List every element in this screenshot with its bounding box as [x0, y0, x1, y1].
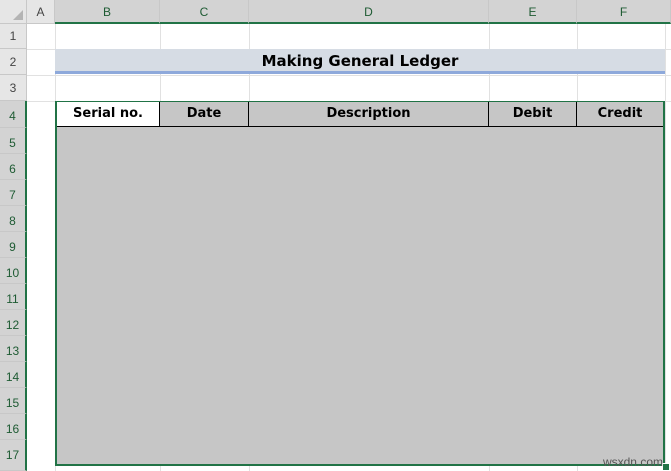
row-header-5[interactable]: 5 — [0, 128, 27, 154]
column-header-a[interactable]: A — [27, 0, 55, 24]
header-credit[interactable]: Credit — [577, 102, 663, 127]
header-debit[interactable]: Debit — [489, 102, 577, 127]
row-header-17[interactable]: 17 — [0, 440, 27, 471]
row-header-15[interactable]: 15 — [0, 388, 27, 414]
header-description[interactable]: Description — [249, 102, 489, 127]
row-header-10[interactable]: 10 — [0, 258, 27, 284]
gridline — [27, 75, 671, 76]
column-header-c[interactable]: C — [160, 0, 249, 24]
selected-range[interactable] — [55, 101, 665, 466]
row-header-6[interactable]: 6 — [0, 154, 27, 180]
watermark: wsxdn.com — [602, 455, 663, 469]
header-date[interactable]: Date — [160, 102, 249, 127]
row-header-13[interactable]: 13 — [0, 336, 27, 362]
ledger-title[interactable]: Making General Ledger — [55, 49, 665, 74]
row-header-3[interactable]: 3 — [0, 75, 27, 101]
select-all-triangle-icon — [13, 10, 23, 20]
select-all-button[interactable] — [0, 0, 27, 24]
column-header-f[interactable]: F — [577, 0, 671, 24]
gridline — [665, 24, 666, 471]
row-header-2[interactable]: 2 — [0, 49, 27, 75]
row-header-4[interactable]: 4 — [0, 101, 27, 128]
column-header-e[interactable]: E — [489, 0, 577, 24]
header-serial-no[interactable]: Serial no. — [57, 102, 160, 127]
row-header-1[interactable]: 1 — [0, 24, 27, 49]
row-header-12[interactable]: 12 — [0, 310, 27, 336]
column-header-d[interactable]: D — [249, 0, 489, 24]
row-header-7[interactable]: 7 — [0, 180, 27, 206]
row-header-14[interactable]: 14 — [0, 362, 27, 388]
row-header-16[interactable]: 16 — [0, 414, 27, 440]
row-header-8[interactable]: 8 — [0, 206, 27, 232]
row-header-11[interactable]: 11 — [0, 284, 27, 310]
column-header-b[interactable]: B — [55, 0, 160, 24]
row-header-9[interactable]: 9 — [0, 232, 27, 258]
fill-handle[interactable] — [662, 463, 670, 471]
